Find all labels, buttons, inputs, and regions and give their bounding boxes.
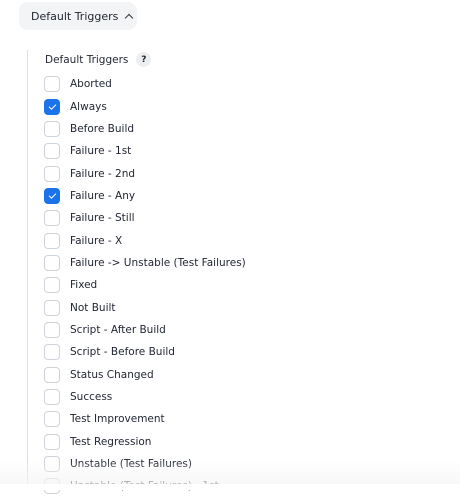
trigger-label: Not Built bbox=[70, 301, 116, 314]
checkbox[interactable] bbox=[44, 366, 60, 383]
checkbox[interactable] bbox=[44, 120, 60, 137]
trigger-label: Failure - Still bbox=[70, 212, 135, 225]
trigger-label: Success bbox=[70, 390, 113, 403]
trigger-item[interactable]: Test Improvement bbox=[44, 408, 246, 430]
trigger-item[interactable]: Failure - Any bbox=[44, 185, 246, 207]
default-triggers-toggle-button[interactable]: Default Triggers bbox=[19, 2, 137, 30]
checkbox[interactable] bbox=[44, 411, 60, 428]
trigger-item[interactable]: Always bbox=[44, 95, 246, 117]
trigger-item[interactable]: Not Built bbox=[44, 296, 246, 318]
checkbox[interactable] bbox=[44, 98, 60, 115]
checkbox[interactable] bbox=[44, 254, 60, 271]
trigger-label: Before Build bbox=[70, 122, 135, 135]
trigger-item[interactable]: Success bbox=[44, 386, 246, 408]
checkbox[interactable] bbox=[44, 388, 60, 405]
trigger-label: Test Improvement bbox=[70, 413, 165, 426]
trigger-item[interactable]: Failure - Still bbox=[44, 207, 246, 229]
trigger-label: Failure -> Unstable (Test Failures) bbox=[70, 256, 246, 269]
checkbox[interactable] bbox=[44, 232, 60, 249]
trigger-item[interactable]: Failure - X bbox=[44, 229, 246, 251]
trigger-label: Aborted bbox=[70, 78, 112, 91]
trigger-item[interactable]: Before Build bbox=[44, 118, 246, 140]
trigger-label: Test Regression bbox=[70, 435, 152, 448]
trigger-label: Fixed bbox=[70, 279, 98, 292]
checkbox[interactable] bbox=[44, 433, 60, 450]
section-rail bbox=[27, 50, 28, 490]
checkbox[interactable] bbox=[44, 165, 60, 182]
trigger-label: Failure - 1st bbox=[70, 145, 132, 158]
toggle-label: Default Triggers bbox=[31, 9, 119, 23]
checkbox[interactable] bbox=[44, 344, 60, 361]
scroll-fade bbox=[0, 460, 460, 490]
trigger-label: Script - Before Build bbox=[70, 346, 175, 359]
trigger-list: Aborted Always Before Build Failure - 1st Fa… bbox=[44, 73, 246, 498]
trigger-item[interactable]: Failure -> Unstable (Test Failures) bbox=[44, 252, 246, 274]
chevron-up-icon bbox=[125, 13, 134, 22]
field-label-text: Default Triggers bbox=[45, 53, 129, 66]
trigger-item[interactable]: Script - After Build bbox=[44, 319, 246, 341]
trigger-item[interactable]: Fixed bbox=[44, 274, 246, 296]
trigger-label: Status Changed bbox=[70, 368, 154, 381]
trigger-label: Always bbox=[70, 100, 107, 113]
checkbox[interactable] bbox=[44, 321, 60, 338]
checkbox[interactable] bbox=[44, 187, 60, 204]
trigger-item[interactable]: Aborted bbox=[44, 73, 246, 95]
trigger-item[interactable]: Test Regression bbox=[44, 431, 246, 453]
checkbox[interactable] bbox=[44, 76, 60, 93]
trigger-label: Failure - X bbox=[70, 234, 123, 247]
trigger-item[interactable]: Status Changed bbox=[44, 363, 246, 385]
trigger-item[interactable]: Script - Before Build bbox=[44, 341, 246, 363]
trigger-item[interactable]: Failure - 2nd bbox=[44, 162, 246, 184]
trigger-item[interactable]: Failure - 1st bbox=[44, 140, 246, 162]
trigger-label: Script - After Build bbox=[70, 323, 166, 336]
help-icon[interactable]: ? bbox=[136, 52, 152, 67]
trigger-label: Failure - 2nd bbox=[70, 167, 136, 180]
trigger-label: Failure - Any bbox=[70, 189, 136, 202]
checkbox[interactable] bbox=[44, 299, 60, 316]
checkbox[interactable] bbox=[44, 277, 60, 294]
field-label: Default Triggers ? bbox=[45, 52, 152, 67]
checkbox[interactable] bbox=[44, 210, 60, 227]
checkbox[interactable] bbox=[44, 143, 60, 160]
